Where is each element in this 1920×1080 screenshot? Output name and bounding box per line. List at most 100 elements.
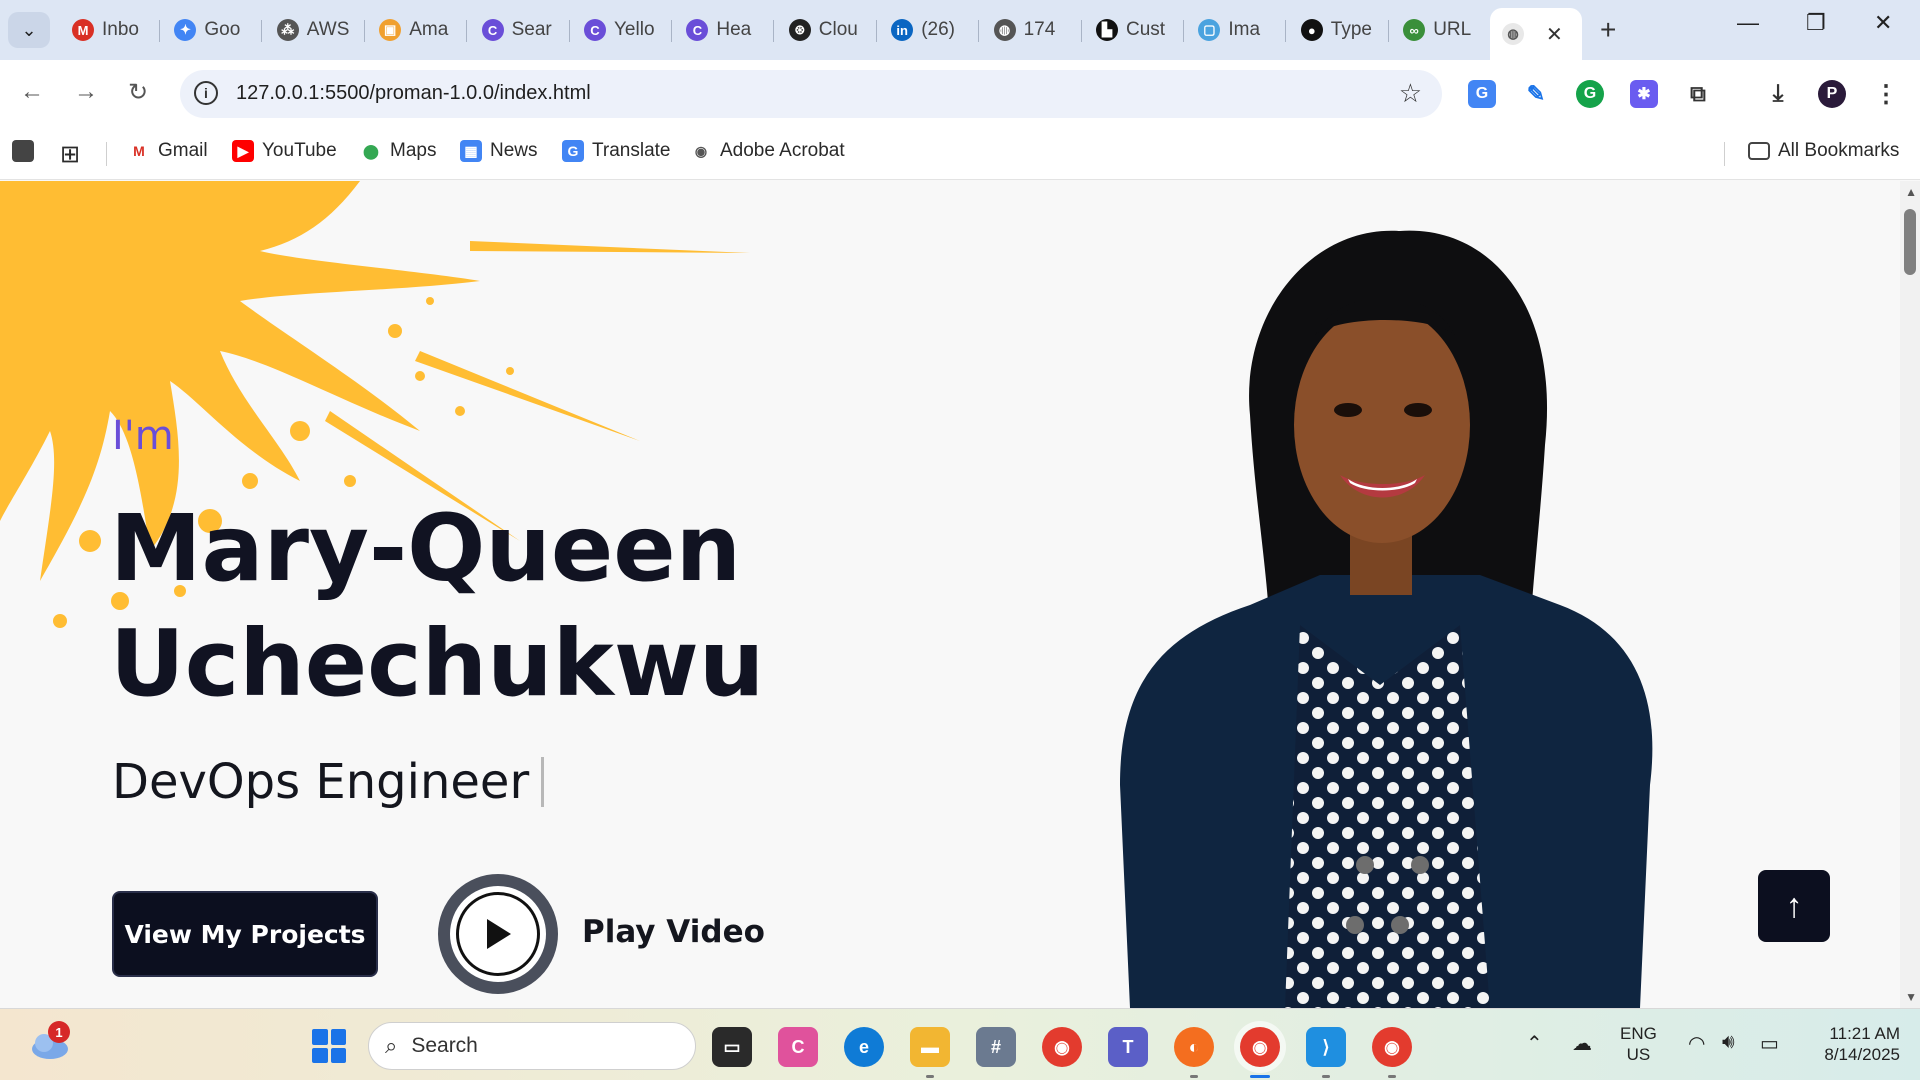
menu-kebab-icon[interactable]: ⋮ xyxy=(1872,80,1900,108)
pen-extension-icon[interactable]: ✎ xyxy=(1522,80,1550,108)
language-indicator[interactable]: ENG US xyxy=(1620,1023,1657,1065)
bookmark-star-icon[interactable]: ☆ xyxy=(1399,78,1422,109)
scroll-to-top-button[interactable]: ↑ xyxy=(1758,870,1830,942)
profile-avatar[interactable]: P xyxy=(1818,80,1846,108)
hero-name-line2: Uchechukwu xyxy=(110,610,765,717)
browser-tab[interactable]: M Inbo xyxy=(60,12,160,48)
tab-label: Sear xyxy=(511,19,552,40)
start-button[interactable] xyxy=(312,1029,346,1063)
scroll-down-arrow-icon[interactable]: ▼ xyxy=(1905,990,1917,1004)
bookmark-news[interactable]: ▦ News xyxy=(460,140,538,162)
wifi-icon[interactable]: ◠ xyxy=(1688,1031,1705,1056)
tab-search-button[interactable]: ⌄ xyxy=(8,12,50,48)
bookmarks-divider xyxy=(1724,142,1725,166)
translate-extension-icon[interactable]: G xyxy=(1468,80,1496,108)
hero-role: DevOps Engineer xyxy=(112,754,545,810)
bookmark-adobe-acrobat[interactable]: ◉ Adobe Acrobat xyxy=(690,140,845,162)
bookmark-youtube[interactable]: ▶ YouTube xyxy=(232,140,337,162)
active-tab[interactable]: ◍ ✕ xyxy=(1490,8,1582,60)
openai-icon: ⊛ xyxy=(788,19,811,41)
view-projects-button[interactable]: View My Projects xyxy=(112,891,378,977)
apps-grid-icon[interactable]: ⊞ xyxy=(60,140,80,169)
bookmark-gmail[interactable]: M Gmail xyxy=(128,140,208,162)
browser-tab[interactable]: ● Type xyxy=(1289,12,1389,48)
extensions-puzzle-icon[interactable]: ⧉ xyxy=(1684,80,1712,108)
teams-icon[interactable]: T xyxy=(1108,1027,1148,1067)
tab-separator xyxy=(1387,20,1389,42)
scroll-up-arrow-icon[interactable]: ▲ xyxy=(1905,185,1917,199)
page-scrollbar[interactable]: ▲ ▼ xyxy=(1900,181,1920,1008)
file-explorer-icon[interactable]: ▬ xyxy=(910,1027,950,1067)
chrome-profile-icon[interactable]: ◉ xyxy=(1240,1027,1280,1067)
volume-icon[interactable]: 🔊︎ xyxy=(1722,1031,1735,1054)
download-icon[interactable]: ⤓ xyxy=(1764,80,1792,108)
canva-icon: C xyxy=(481,19,504,41)
all-bookmarks-button[interactable]: All Bookmarks xyxy=(1748,140,1899,162)
browser-tab[interactable]: ▣ Ama xyxy=(367,12,468,48)
calculator-icon[interactable]: # xyxy=(976,1027,1016,1067)
page-viewport: I'm Mary-Queen Uchechukwu DevOps Enginee… xyxy=(0,181,1920,1008)
amazon-icon: ▣ xyxy=(379,19,402,41)
play-video-button[interactable] xyxy=(438,874,558,994)
browser-tab[interactable]: C Sear xyxy=(470,12,570,48)
grammarly-icon[interactable]: G xyxy=(1576,80,1604,108)
hero-name-line1: Mary-Queen xyxy=(110,495,742,602)
chrome-alt-profile-icon[interactable]: ◉ xyxy=(1372,1027,1412,1067)
tab-label: Ima xyxy=(1228,19,1261,40)
unsplash-icon: ▙ xyxy=(1096,19,1118,41)
clock-date: 8/14/2025 xyxy=(1824,1045,1900,1064)
play-video-label[interactable]: Play Video xyxy=(582,914,765,950)
close-tab-icon[interactable]: ✕ xyxy=(1546,22,1563,47)
sidebar-toggle-icon[interactable] xyxy=(12,140,34,162)
tab-label: Yello xyxy=(614,19,655,40)
back-button[interactable]: ← xyxy=(20,78,44,106)
browser-tab[interactable]: ▢ Ima xyxy=(1186,12,1287,48)
firefox-icon[interactable]: ◐ xyxy=(1174,1027,1214,1067)
browser-tab[interactable]: C Yello xyxy=(572,12,672,48)
edge-icon[interactable]: e xyxy=(844,1027,884,1067)
tab-separator xyxy=(159,20,160,42)
bookmark-translate[interactable]: G Translate xyxy=(562,140,671,162)
hero-role-text: DevOps Engineer xyxy=(112,754,530,810)
address-bar[interactable]: i 127.0.0.1:5500/proman-1.0.0/index.html… xyxy=(180,70,1442,118)
browser-tab[interactable]: in (26) xyxy=(879,12,980,48)
restore-button[interactable]: ❐ xyxy=(1806,10,1826,36)
new-tab-button[interactable]: + xyxy=(1600,14,1616,46)
chrome-icon[interactable]: ◉ xyxy=(1042,1027,1082,1067)
task-view-icon[interactable]: ▭ xyxy=(712,1027,752,1067)
forward-button[interactable]: → xyxy=(74,78,98,106)
tray-overflow-chevron-icon[interactable]: ⌃ xyxy=(1526,1031,1543,1056)
browser-tab[interactable]: ∞ URL xyxy=(1391,12,1492,48)
tab-label: Hea xyxy=(716,19,752,40)
maps-icon: ⬤ xyxy=(360,140,382,162)
system-clock[interactable]: 11:21 AM 8/14/2025 xyxy=(1804,1023,1900,1065)
close-window-button[interactable]: ✕ xyxy=(1874,10,1892,36)
site-info-icon[interactable]: i xyxy=(194,81,218,105)
minimize-button[interactable]: — xyxy=(1737,10,1759,36)
browser-tab[interactable]: ◍ 174 xyxy=(982,12,1082,48)
canva-icon: C xyxy=(686,19,709,41)
chevron-down-icon: ⌄ xyxy=(21,19,37,40)
url-text[interactable]: 127.0.0.1:5500/proman-1.0.0/index.html xyxy=(236,82,591,105)
language-code: ENG xyxy=(1620,1024,1657,1043)
battery-icon[interactable]: ▭ xyxy=(1760,1031,1779,1056)
browser-tab[interactable]: C Hea xyxy=(674,12,775,48)
browser-tab[interactable]: ⁂ AWS xyxy=(265,12,365,48)
link-icon: ∞ xyxy=(1403,19,1426,41)
bookmark-maps[interactable]: ⬤ Maps xyxy=(360,140,436,162)
browser-tab[interactable]: ✦ Goo xyxy=(162,12,263,48)
taskbar-search[interactable]: ⌕ Search xyxy=(368,1022,696,1070)
reload-button[interactable]: ↻ xyxy=(128,78,148,107)
copilot-icon[interactable]: C xyxy=(778,1027,818,1067)
vscode-icon[interactable]: ⟩ xyxy=(1306,1027,1346,1067)
profile-photo xyxy=(1120,230,1653,1008)
scrollbar-thumb[interactable] xyxy=(1904,209,1916,275)
medium-icon: ● xyxy=(1300,19,1323,41)
all-bookmarks-label: All Bookmarks xyxy=(1778,140,1900,161)
snowflake-extension-icon[interactable]: ✱ xyxy=(1630,80,1658,108)
tab-label: 174 xyxy=(1023,19,1056,40)
browser-tab[interactable]: ⊛ Clou xyxy=(777,12,877,48)
onedrive-cloud-icon[interactable]: ☁ xyxy=(1572,1031,1592,1056)
browser-tab[interactable]: ▙ Cust xyxy=(1084,12,1184,48)
tab-separator xyxy=(568,20,570,42)
